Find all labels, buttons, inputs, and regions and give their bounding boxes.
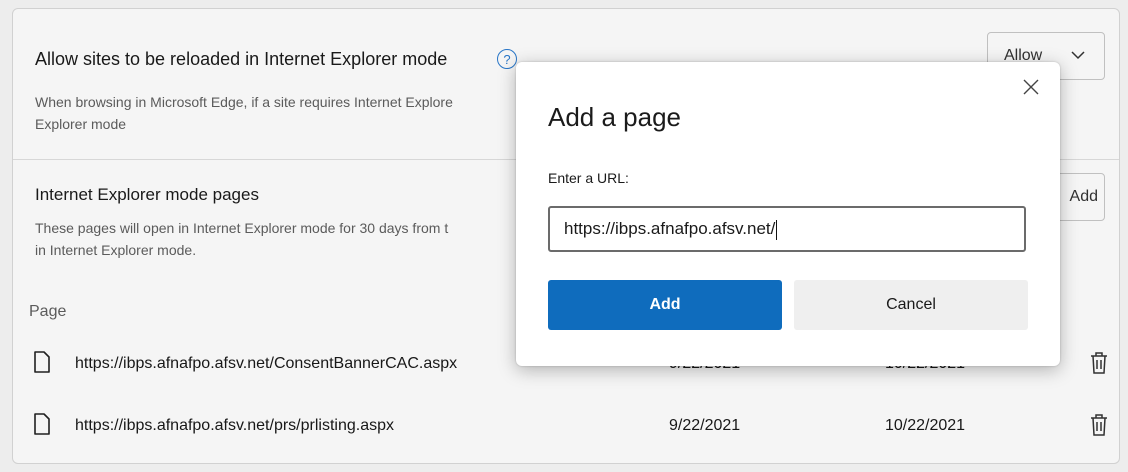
add-page-dialog: Add a page Enter a URL: https://ibps.afn… [516,62,1060,366]
dialog-add-button[interactable]: Add [548,280,782,330]
url-field-label: Enter a URL: [548,170,629,186]
close-icon[interactable] [1022,78,1040,96]
text-caret [776,219,778,240]
url-input[interactable]: https://ibps.afnafpo.afsv.net/ [548,206,1026,252]
url-input-value: https://ibps.afnafpo.afsv.net/ [564,219,776,238]
dialog-title: Add a page [548,102,682,132]
dialog-cancel-button[interactable]: Cancel [794,280,1028,330]
